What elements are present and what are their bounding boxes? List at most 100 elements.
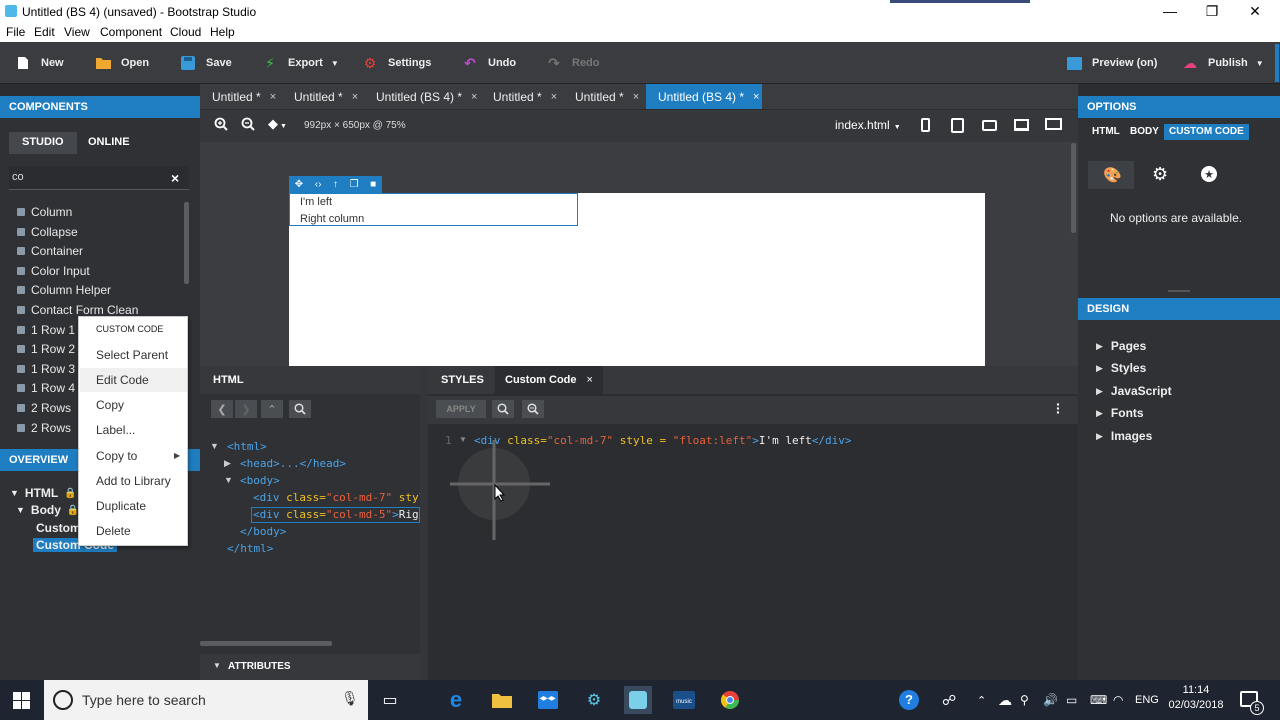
- doc-tab-active[interactable]: Untitled (BS 4) * ×: [646, 84, 762, 109]
- keyboard-icon[interactable]: ⌨: [1090, 680, 1107, 720]
- open-button[interactable]: Open: [95, 42, 149, 84]
- tab-custom-code[interactable]: Custom Code ×: [495, 366, 603, 394]
- attributes-bar[interactable]: ▼ ATTRIBUTES: [200, 654, 420, 680]
- overview-custom-node[interactable]: Custom: [36, 521, 81, 535]
- html-panel-scrollbar[interactable]: [200, 641, 332, 646]
- close-tab-icon[interactable]: ×: [352, 91, 358, 103]
- triangle-right-icon[interactable]: ▶: [224, 458, 231, 469]
- undo-button[interactable]: ↶ Undo: [462, 42, 516, 84]
- page-selector[interactable]: index.html ▼: [835, 118, 901, 132]
- phone-view-icon[interactable]: [921, 118, 930, 132]
- settings-button[interactable]: ⚙ Settings: [362, 42, 432, 84]
- doc-tab[interactable]: Untitled (BS 4) * ×: [364, 84, 477, 109]
- doc-tab[interactable]: Untitled * ×: [563, 84, 639, 109]
- chrome-icon[interactable]: [716, 686, 744, 714]
- overview-body-node[interactable]: ▼ Body 🔒: [16, 503, 79, 517]
- ctx-label[interactable]: Label...: [96, 423, 135, 437]
- ctx-copy[interactable]: Copy: [96, 398, 124, 412]
- laptop-view-icon[interactable]: [1014, 119, 1029, 131]
- onedrive-icon[interactable]: ☁: [998, 680, 1012, 720]
- canvas-scrollbar[interactable]: [1071, 143, 1076, 233]
- file-explorer-icon[interactable]: [488, 686, 516, 714]
- ctx-select-parent[interactable]: Select Parent: [96, 348, 168, 362]
- component-item[interactable]: 1 Row 4: [17, 378, 75, 397]
- design-item-images[interactable]: ▶ Images: [1096, 429, 1152, 443]
- design-item-fonts[interactable]: ▶ Fonts: [1096, 406, 1144, 420]
- menu-component[interactable]: Component: [100, 25, 162, 39]
- task-view-icon[interactable]: ▭: [376, 686, 404, 714]
- html-search-button[interactable]: [289, 400, 311, 418]
- components-scrollbar[interactable]: [184, 202, 189, 284]
- option-tab-html[interactable]: HTML: [1087, 124, 1125, 140]
- bootstrap-studio-icon[interactable]: [624, 686, 652, 714]
- volume-icon[interactable]: 🔊: [1043, 680, 1058, 720]
- tablet-landscape-icon[interactable]: [982, 120, 997, 131]
- zoom-out-icon[interactable]: [241, 117, 255, 134]
- ctx-duplicate[interactable]: Duplicate: [96, 499, 146, 513]
- save-button[interactable]: Save: [180, 42, 232, 84]
- clear-search-icon[interactable]: ×: [171, 170, 179, 186]
- maximize-button[interactable]: ❐: [1197, 2, 1227, 20]
- layers-icon[interactable]: ◆ ▼: [268, 116, 287, 132]
- app-icon-ts[interactable]: ⚙: [580, 686, 608, 714]
- trash-icon[interactable]: ■: [370, 179, 376, 190]
- tablet-view-icon[interactable]: [951, 118, 964, 133]
- tree-html-open[interactable]: <html>: [227, 440, 267, 453]
- export-button[interactable]: ⚡ Export ▼: [262, 42, 339, 84]
- doc-tab[interactable]: Untitled * ×: [481, 84, 557, 109]
- tray-chevron-up-icon[interactable]: ⌃: [977, 680, 986, 720]
- resize-handle[interactable]: [1168, 290, 1190, 292]
- desktop-view-icon[interactable]: [1045, 118, 1062, 130]
- panel-divider[interactable]: [420, 366, 428, 680]
- design-item-pages[interactable]: ▶ Pages: [1096, 339, 1146, 353]
- copy-icon[interactable]: ❐: [350, 179, 359, 190]
- tree-div-col5-selected[interactable]: <div class="col-md-5">Right c: [251, 507, 420, 523]
- nav-up-button[interactable]: ⌃: [261, 400, 283, 418]
- tree-head[interactable]: <head>...</head>: [240, 457, 346, 470]
- close-tab-icon[interactable]: ×: [753, 91, 759, 103]
- component-item[interactable]: 1 Row 2: [17, 339, 75, 358]
- selected-element[interactable]: I'm left Right column: [289, 193, 578, 226]
- design-item-styles[interactable]: ▶ Styles: [1096, 361, 1146, 375]
- publish-button[interactable]: ☁ Publish ▼: [1182, 42, 1264, 84]
- tree-div-col7[interactable]: <div class="col-md-7" style=: [253, 491, 420, 504]
- ctx-edit-code[interactable]: Edit Code: [96, 373, 149, 387]
- component-item[interactable]: Column: [17, 202, 72, 221]
- taskbar-search-input[interactable]: Type here to search 🎙: [44, 680, 368, 720]
- nav-back-button[interactable]: ❮: [211, 400, 233, 418]
- code-search-button[interactable]: [492, 400, 514, 418]
- ctx-delete[interactable]: Delete: [96, 524, 131, 538]
- tree-body-close[interactable]: </body>: [240, 525, 286, 538]
- component-item[interactable]: Color Input: [17, 261, 90, 280]
- option-tab-body[interactable]: BODY: [1125, 124, 1164, 140]
- battery-icon[interactable]: ▭: [1066, 680, 1077, 720]
- tab-styles[interactable]: STYLES: [441, 366, 484, 394]
- close-tab-icon[interactable]: ×: [633, 91, 639, 103]
- close-tab-icon[interactable]: ×: [270, 91, 276, 103]
- tab-online[interactable]: ONLINE: [75, 132, 143, 154]
- option-tab-custom-code[interactable]: CUSTOM CODE: [1164, 124, 1249, 140]
- code-icon[interactable]: ‹›: [315, 179, 322, 190]
- close-tab-icon[interactable]: ×: [587, 374, 593, 386]
- help-icon[interactable]: ?: [899, 690, 919, 710]
- ctx-add-to-library[interactable]: Add to Library: [96, 474, 171, 488]
- clock[interactable]: 11:14 02/03/2018: [1168, 684, 1224, 711]
- more-options-icon[interactable]: · · ·: [1056, 397, 1061, 419]
- menu-help[interactable]: Help: [210, 25, 235, 39]
- component-item[interactable]: 1 Row 1: [17, 320, 75, 339]
- close-button[interactable]: ✕: [1240, 2, 1270, 20]
- tab-studio[interactable]: STUDIO: [9, 132, 77, 154]
- doc-tab[interactable]: Untitled * ×: [200, 84, 276, 109]
- people-icon[interactable]: ☍: [942, 680, 956, 720]
- close-tab-icon[interactable]: ×: [471, 91, 477, 103]
- component-item[interactable]: Column Helper: [17, 280, 111, 299]
- gear-icon[interactable]: ⚙: [1152, 164, 1168, 185]
- options-appearance-tab[interactable]: 🎨: [1088, 161, 1134, 189]
- amazon-music-icon[interactable]: music: [670, 686, 698, 714]
- wifi-icon[interactable]: ◠: [1113, 680, 1123, 720]
- component-item[interactable]: Container: [17, 241, 83, 260]
- menu-file[interactable]: File: [6, 25, 25, 39]
- close-tab-icon[interactable]: ×: [551, 91, 557, 103]
- minimize-button[interactable]: —: [1155, 2, 1185, 20]
- menu-view[interactable]: View: [64, 25, 90, 39]
